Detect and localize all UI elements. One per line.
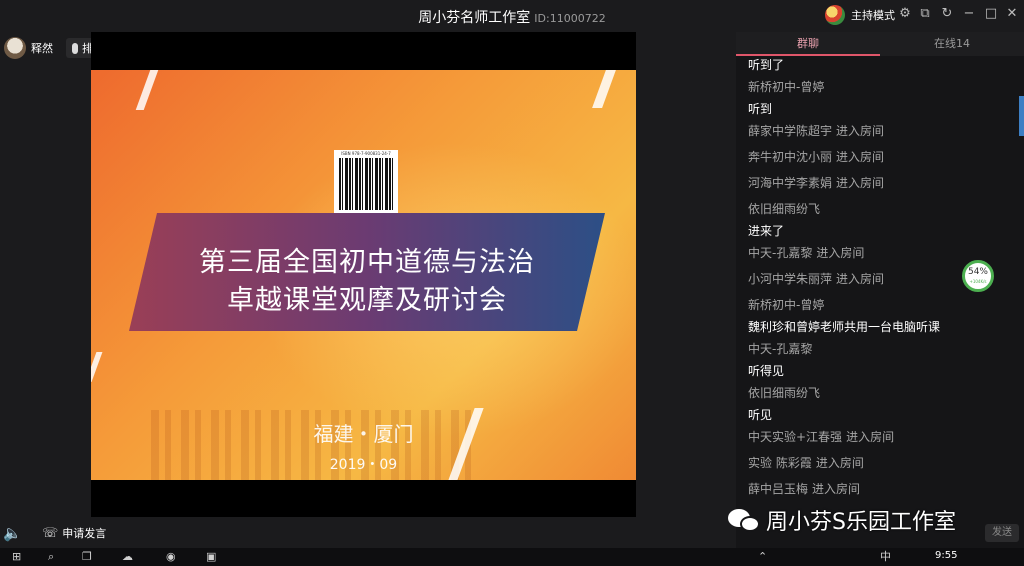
chat-message: 中天-孔嘉黎听得见 (748, 338, 1018, 382)
chat-sender[interactable]: 新桥初中-曾婷 (748, 294, 1018, 316)
chat-sender[interactable]: 依旧细雨纷飞 (748, 198, 1018, 220)
wechat-watermark: 周小芬S乐园工作室 (728, 504, 956, 536)
host-avatar (825, 5, 845, 25)
os-taskbar: ⊞ ⌕ ❐ ☁ ◉ ▣ ⌃ 中 9:55 (0, 548, 1024, 566)
app-icon[interactable]: ◉ (166, 551, 176, 563)
chat-message: 依旧细雨纷飞 进来了 (748, 198, 1018, 242)
system-action: 进入房间 (836, 272, 885, 286)
chat-message-text: 魏利珍和曾婷老师共用一台电脑听课 (748, 320, 941, 334)
current-speaker[interactable]: 释然 (4, 37, 53, 59)
settings-icon[interactable]: ⚙ (897, 6, 913, 22)
close-icon[interactable]: ✕ (1004, 6, 1020, 22)
chat-list[interactable]: 听到了 新桥初中-曾婷 听到 薛家中学陈超宇 进入房间 奔牛初中沈小丽 进入房间 河海中学李素… (748, 54, 1018, 544)
system-message: 实验 陈彩霞 进入房间 (748, 452, 1018, 474)
tray-icon[interactable]: ⌃ (758, 551, 767, 563)
barcode-number: ISBN 978-7-900831-24-7 (341, 151, 391, 156)
app-icon[interactable]: ▣ (206, 551, 216, 563)
system-message: 河海中学李素娟 进入房间 (748, 172, 1018, 194)
wechat-icon (728, 507, 760, 533)
system-action: 进入房间 (836, 176, 885, 190)
phone-icon: ☏ (42, 525, 59, 541)
side-drawer-handle[interactable] (1019, 96, 1024, 136)
apply-to-speak-button[interactable]: ☏ 申请发言 (42, 525, 106, 541)
chat-sender[interactable]: 小河中学朱丽萍 (748, 272, 832, 286)
tab-online[interactable]: 在线14 (880, 32, 1024, 56)
room-id: ID:11000722 (534, 12, 606, 25)
host-mode-label: 主持模式 (851, 9, 895, 22)
chat-message: 依旧细雨纷飞 听见 (748, 382, 1018, 426)
title-bar: 周小芬名师工作室 ID:11000722 主持模式 ⚙ ⧉ ↻ − □ ✕ (0, 0, 1024, 32)
microphone-icon (72, 42, 78, 54)
chat-sender[interactable]: 中天-孔嘉黎 (748, 246, 812, 260)
watermark-text: 周小芬S乐园工作室 (766, 510, 956, 535)
slide-date: 2019・09 (329, 457, 398, 473)
chat-sender[interactable]: 实验 陈彩霞 (748, 456, 812, 470)
app-icon[interactable]: ☁ (122, 551, 133, 563)
network-speed-widget[interactable]: 54% +104K/s (962, 260, 994, 292)
chat-message-text: 听见 (748, 408, 773, 422)
chat-sender[interactable]: 薛中吕玉梅 (748, 482, 808, 496)
slide-title-line2: 卓越课堂观摩及研讨会 (227, 285, 507, 316)
chat-sender[interactable]: 依旧细雨纷飞 (748, 382, 1018, 404)
system-action: 进入房间 (846, 430, 895, 444)
start-icon[interactable]: ⊞ (12, 551, 21, 563)
system-message: 薛家中学陈超宇 进入房间 (748, 120, 1018, 142)
slide-stripe (592, 70, 616, 108)
room-name: 周小芬名师工作室 (418, 10, 531, 26)
slide-location: 福建・厦门 (313, 422, 414, 446)
chat-sender[interactable]: 奔牛初中沈小丽 (748, 150, 832, 164)
speed-rate: +104K/s (969, 279, 987, 284)
avatar (4, 37, 26, 59)
panel-tabs: 群聊 在线14 (736, 32, 1024, 56)
presentation-slide: ISBN 978-7-900831-24-7 第三届全国初中道德与法治 卓越课堂… (91, 70, 636, 480)
chat-message-text: 听到 (748, 102, 773, 116)
slide-title-line1: 第三届全国初中道德与法治 (199, 247, 535, 278)
refresh-icon[interactable]: ↻ (939, 6, 955, 22)
apply-to-speak-label: 申请发言 (62, 527, 107, 540)
chat-message: 新桥初中-曾婷听到 (748, 76, 1018, 120)
ime-indicator[interactable]: 中 (880, 551, 891, 563)
speaker-icon[interactable]: 🔈 (3, 524, 22, 542)
speaker-name: 释然 (31, 42, 53, 55)
chat-sender[interactable]: 新桥初中-曾婷 (748, 76, 1018, 98)
video-stage[interactable]: ISBN 978-7-900831-24-7 第三届全国初中道德与法治 卓越课堂… (91, 32, 636, 517)
system-action: 进入房间 (812, 482, 861, 496)
system-action: 进入房间 (815, 456, 864, 470)
barcode-lines (339, 158, 393, 210)
search-icon[interactable]: ⌕ (48, 551, 54, 563)
host-mode-toggle[interactable]: 主持模式 (825, 5, 895, 25)
speed-percent: 54% (967, 267, 988, 277)
chat-message-text: 听到了 (748, 58, 785, 72)
chat-message-text: 进来了 (748, 224, 785, 238)
chat-sender[interactable]: 河海中学李素娟 (748, 176, 832, 190)
app-window: 周小芬名师工作室 ID:11000722 主持模式 ⚙ ⧉ ↻ − □ ✕ 释然 … (0, 0, 1024, 566)
system-message: 奔牛初中沈小丽 进入房间 (748, 146, 1018, 168)
chat-message: 新桥初中-曾婷魏利珍和曾婷老师共用一台电脑听课 (748, 294, 1018, 338)
chat-sender[interactable]: 薛家中学陈超宇 (748, 124, 832, 138)
chat-message-text: 听得见 (748, 364, 785, 378)
barcode: ISBN 978-7-900831-24-7 (334, 150, 398, 220)
chat-sender[interactable]: 中天实验+江春强 (748, 430, 842, 444)
clock[interactable]: 9:55 (935, 550, 957, 561)
maximize-icon[interactable]: □ (983, 6, 999, 22)
system-action: 进入房间 (836, 150, 885, 164)
system-action: 进入房间 (836, 124, 885, 138)
system-message: 薛中吕玉梅 进入房间 (748, 478, 1018, 500)
task-view-icon[interactable]: ❐ (82, 551, 92, 563)
chat-sender[interactable]: 中天-孔嘉黎 (748, 338, 1018, 360)
slide-stripe (135, 70, 159, 110)
system-action: 进入房间 (816, 246, 865, 260)
minimize-icon[interactable]: − (961, 6, 977, 22)
send-button[interactable]: 发送 (985, 524, 1019, 542)
system-message: 中天实验+江春强 进入房间 (748, 426, 1018, 448)
tab-group-chat[interactable]: 群聊 (736, 32, 880, 56)
popout-icon[interactable]: ⧉ (917, 6, 933, 22)
slide-stripe (91, 352, 103, 382)
